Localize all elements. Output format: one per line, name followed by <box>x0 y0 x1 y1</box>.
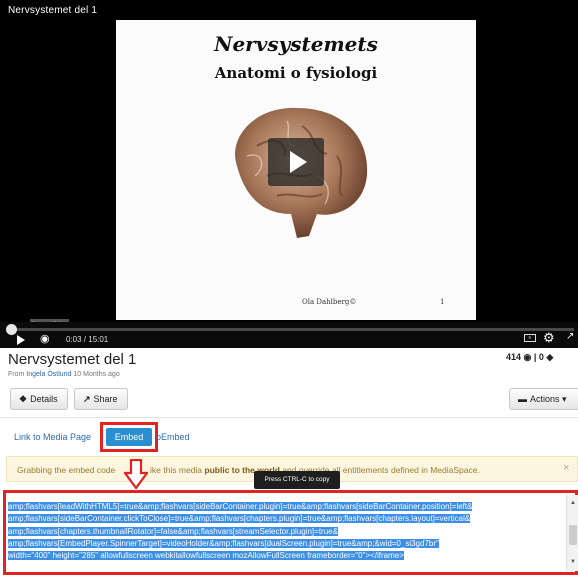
volume-icon[interactable]: ◉ <box>40 332 50 345</box>
kaltura-page: Nervsystemets Anatomi o fysiologi Ola Da… <box>0 0 578 578</box>
menu-icon: ▬ <box>518 394 527 404</box>
alert-text-b: ike this media <box>150 465 203 475</box>
embed-code-text: width="400" height="285" allowfullscreen… <box>8 551 404 561</box>
video-player[interactable]: Nervsystemets Anatomi o fysiologi Ola Da… <box>0 0 578 348</box>
seek-handle[interactable] <box>6 324 17 335</box>
divider <box>0 417 578 418</box>
player-title: Nervsystemet del 1 <box>8 5 98 16</box>
share-label: Share <box>93 394 118 404</box>
scroll-thumb[interactable] <box>569 525 577 545</box>
copy-tooltip: Press CTRL-C to copy <box>254 471 340 489</box>
arrow-down-icon <box>124 459 148 489</box>
embed-code-text: amp;flashvars[EmbedPlayer.SpinnerTarget]… <box>8 538 439 548</box>
slide-title: Nervsystemets <box>214 32 378 56</box>
meta-suffix: 10 Months ago <box>73 371 120 378</box>
share-button[interactable]: ↗ Share <box>74 388 128 410</box>
embed-code-line: amp;flashvars[chapters.thumbnailRotator]… <box>8 526 564 538</box>
embed-code-text: amp;flashvars[chapters.thumbnailRotator]… <box>8 526 338 536</box>
fullscreen-icon[interactable]: ↗ <box>566 331 574 342</box>
time-display: 0:03 / 15:01 <box>66 335 109 344</box>
owner-link[interactable]: Ingela Östlund <box>26 371 71 378</box>
embed-code-textarea[interactable]: amp;flashvars[leadWithHTML5]=true&amp;fl… <box>8 495 564 571</box>
slide-page-number: 1 <box>440 298 445 306</box>
tab-link-to-media-page[interactable]: Link to Media Page <box>14 432 91 442</box>
play-overlay-button[interactable] <box>268 138 324 186</box>
close-icon[interactable]: × <box>563 462 569 474</box>
slide-subtitle: Anatomi o fysiologi <box>214 64 378 82</box>
embed-code-line: amp;flashvars[leadWithHTML5]=true&amp;fl… <box>8 501 564 513</box>
details-label: Details <box>30 394 58 404</box>
seek-bar[interactable] <box>8 328 574 331</box>
entry-meta: From Ingela Östlund 10 Months ago <box>8 371 120 378</box>
captions-icon[interactable]: ≡ <box>524 334 536 342</box>
view-like-stats: 414 ◉ | 0 ◆ <box>506 352 554 362</box>
share-icon: ↗ <box>83 394 91 404</box>
embed-code-line: width="400" height="285" allowfullscreen… <box>8 550 564 562</box>
details-button[interactable]: ❖ Details <box>10 388 68 410</box>
embed-code-text: amp;flashvars[sideBarContainer.clickToCl… <box>8 514 471 524</box>
entry-title: Nervsystemet del 1 <box>8 351 137 368</box>
gear-icon[interactable]: ⚙ <box>543 330 555 346</box>
actions-button[interactable]: ▬ Actions ▾ <box>509 388 578 410</box>
actions-label: Actions ▾ <box>530 394 567 404</box>
play-icon[interactable] <box>17 335 25 345</box>
info-icon: ❖ <box>19 394 28 404</box>
player-controls: ◉ 0:03 / 15:01 ≡ ⚙ ↗ <box>0 322 578 348</box>
scroll-down-icon[interactable]: ▼ <box>570 559 576 565</box>
embed-code-text: amp;flashvars[leadWithHTML5]=true&amp;fl… <box>8 502 473 511</box>
embed-code-line: amp;flashvars[sideBarContainer.clickToCl… <box>8 513 564 525</box>
scrollbar[interactable]: ▲ ▼ <box>566 495 578 571</box>
slide-author: Ola Dahlberg© <box>302 298 357 306</box>
tab-oembed[interactable]: oEmbed <box>156 432 190 442</box>
meta-prefix: From <box>8 371 25 378</box>
embed-code-line: amp;flashvars[EmbedPlayer.SpinnerTarget]… <box>8 538 564 550</box>
scroll-up-icon[interactable]: ▲ <box>570 500 576 506</box>
embed-tab-highlight <box>100 422 158 452</box>
alert-text-a: Grabbing the embed code <box>17 465 116 475</box>
